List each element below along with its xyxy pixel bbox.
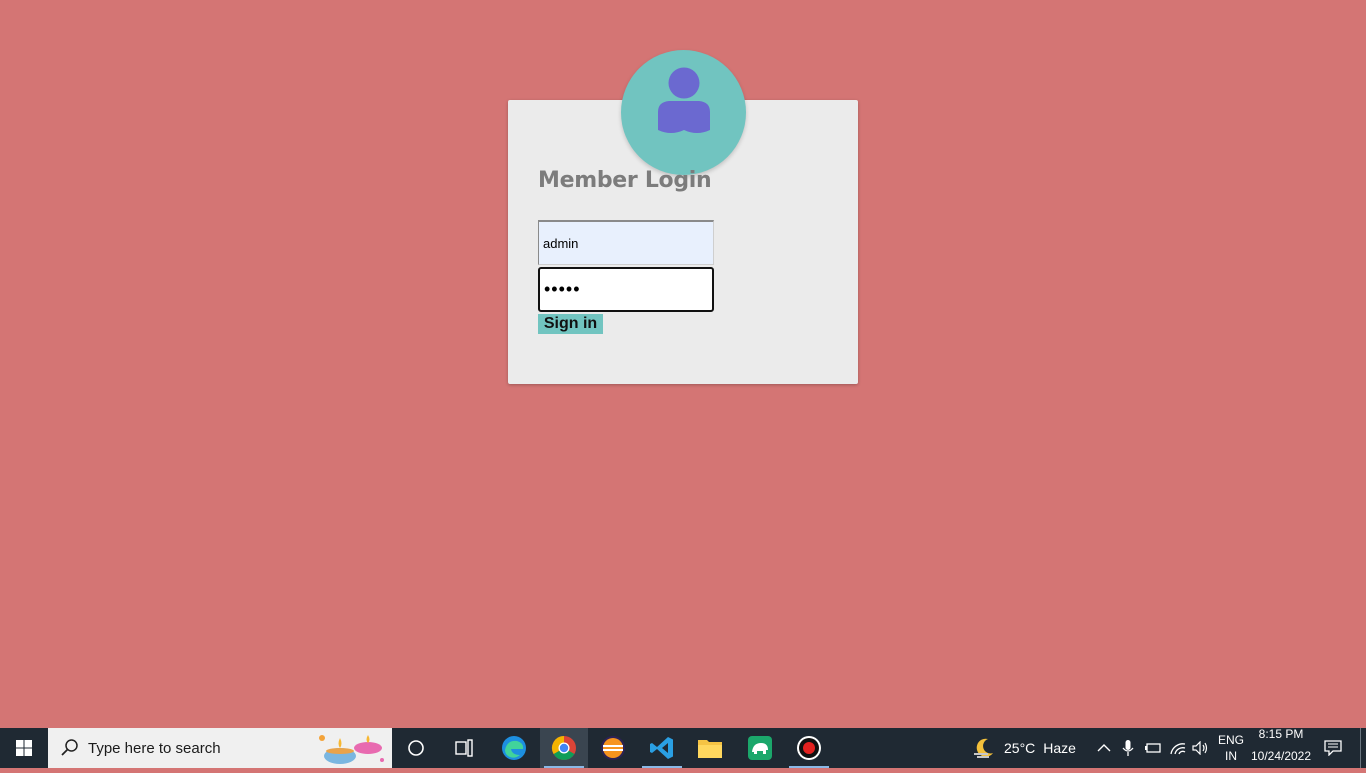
volume-icon[interactable] [1190,728,1212,768]
task-view-icon[interactable] [440,728,488,768]
user-icon [658,67,710,133]
green-app-icon[interactable] [736,728,784,768]
clock[interactable]: 8:15 PM 10/24/2022 [1250,727,1312,764]
username-field[interactable] [538,220,714,265]
taskbar: Type here to search 25°C Haze ENG IN 8:1… [0,727,1366,768]
weather-desc: Haze [1043,740,1076,756]
start-button[interactable] [0,728,48,768]
language-line2: IN [1225,749,1237,763]
wifi-icon[interactable] [1166,728,1190,768]
taskbar-search[interactable]: Type here to search [48,728,392,768]
microphone-icon[interactable] [1118,728,1138,768]
battery-icon[interactable] [1142,728,1164,768]
moon-haze-icon [974,738,993,758]
recorder-icon[interactable] [785,728,833,768]
search-icon [61,739,78,756]
clock-date: 10/24/2022 [1250,749,1312,763]
diwali-lamps-icon [319,735,384,764]
file-explorer-icon[interactable] [686,728,734,768]
weather-temp: 25°C [1004,740,1036,756]
cortana-icon[interactable] [392,728,440,768]
clock-time: 8:15 PM [1258,727,1304,741]
search-placeholder: Type here to search [88,740,221,757]
page-title: Member Login [538,168,712,193]
windows-icon [16,740,32,756]
avatar [621,50,746,175]
language-line1: ENG [1217,733,1244,747]
weather-widget[interactable]: 25°C Haze [972,728,1076,768]
password-field[interactable] [538,267,714,312]
chevron-up-icon[interactable] [1092,728,1116,768]
edge-icon[interactable] [490,728,538,768]
sign-in-button[interactable]: Sign in [538,314,603,334]
eclipse-icon[interactable] [589,728,637,768]
language-indicator[interactable]: ENG IN [1216,732,1246,764]
chrome-icon[interactable] [540,728,588,768]
show-desktop-divider[interactable] [1360,728,1361,768]
vscode-icon[interactable] [638,728,686,768]
notification-icon[interactable] [1318,728,1348,768]
